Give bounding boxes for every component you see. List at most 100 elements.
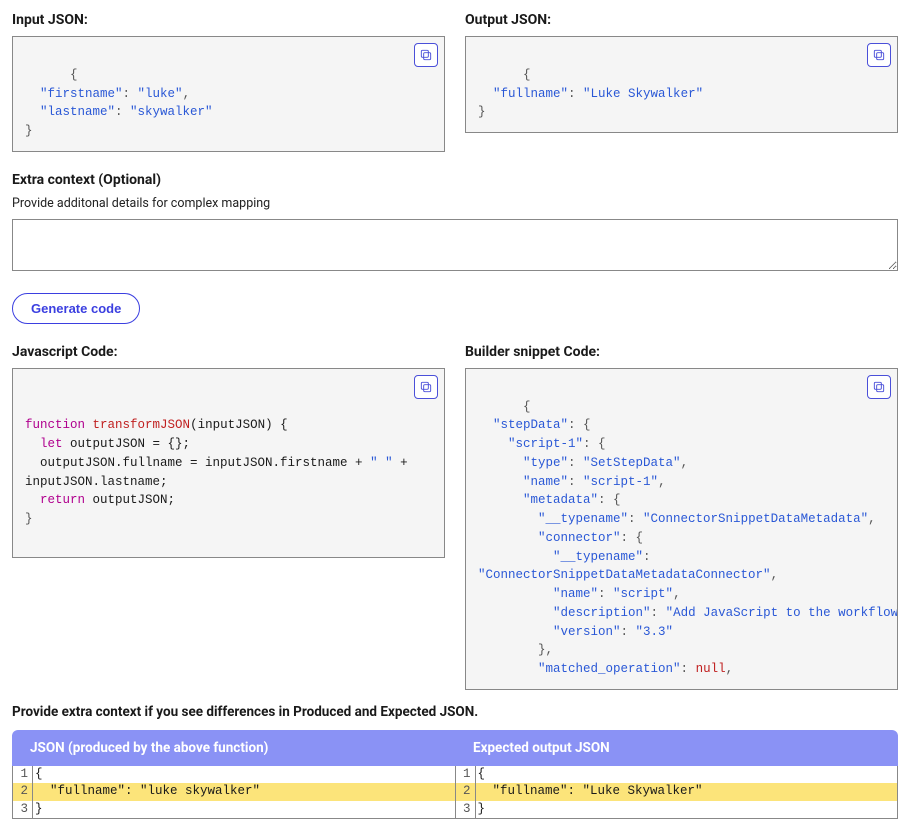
builder-code-box: { "stepData": { "script-1": { "type": "S… bbox=[465, 368, 898, 690]
brace: : { bbox=[621, 531, 644, 545]
json-value: "skywalker" bbox=[130, 105, 213, 119]
brace: { bbox=[70, 68, 78, 82]
js-code-box: function transformJSON(inputJSON) { let … bbox=[12, 368, 445, 558]
json-value: "luke" bbox=[138, 87, 183, 101]
keyword: let bbox=[40, 437, 63, 451]
colon: : bbox=[568, 87, 583, 101]
diff-header-left: JSON (produced by the above function) bbox=[12, 730, 455, 766]
colon: : bbox=[568, 456, 583, 470]
json-value: "Add JavaScript to the workflow" bbox=[666, 606, 898, 620]
json-key: "type" bbox=[523, 456, 568, 470]
line-number: 1 bbox=[456, 766, 476, 784]
line-number: 1 bbox=[13, 766, 33, 784]
copy-icon[interactable] bbox=[867, 375, 891, 399]
json-value: "3.3" bbox=[636, 625, 674, 639]
output-json-label: Output JSON: bbox=[465, 12, 898, 28]
json-value: "SetStepData" bbox=[583, 456, 681, 470]
colon: : bbox=[621, 625, 636, 639]
diff-note: Provide extra context if you see differe… bbox=[12, 704, 898, 720]
comma: , bbox=[673, 587, 681, 601]
colon: : bbox=[628, 512, 643, 526]
colon: : bbox=[115, 105, 130, 119]
line-number: 2 bbox=[456, 783, 476, 801]
line-number: 3 bbox=[456, 801, 476, 819]
json-value: "ConnectorSnippetDataMetadataConnector" bbox=[478, 568, 771, 582]
keyword: return bbox=[40, 493, 85, 507]
json-key: "version" bbox=[553, 625, 621, 639]
json-key: "description" bbox=[553, 606, 651, 620]
output-json-box: { "fullname": "Luke Skywalker" } bbox=[465, 36, 898, 133]
input-json-label: Input JSON: bbox=[12, 12, 445, 28]
json-key: "matched_operation" bbox=[538, 662, 681, 676]
function-name: transformJSON bbox=[93, 418, 191, 432]
diff-header-right: Expected output JSON bbox=[455, 730, 898, 766]
code-text: inputJSON.lastname; bbox=[25, 475, 168, 489]
input-json-box: { "firstname": "luke", "lastname": "skyw… bbox=[12, 36, 445, 152]
colon: : bbox=[643, 550, 658, 564]
line-number: 2 bbox=[13, 783, 33, 801]
json-key: "__typename" bbox=[538, 512, 628, 526]
comma: , bbox=[183, 87, 191, 101]
brace: { bbox=[523, 68, 531, 82]
brace: : { bbox=[598, 493, 621, 507]
comma: , bbox=[771, 568, 779, 582]
json-key: "script-1" bbox=[508, 437, 583, 451]
extra-context-label: Extra context (Optional) bbox=[12, 172, 898, 188]
json-key: "fullname" bbox=[493, 87, 568, 101]
json-key: "connector" bbox=[538, 531, 621, 545]
generate-code-button[interactable]: Generate code bbox=[12, 293, 140, 324]
comma: , bbox=[658, 475, 666, 489]
json-key: "name" bbox=[523, 475, 568, 489]
json-value: "Luke Skywalker" bbox=[583, 87, 703, 101]
brace: } bbox=[478, 105, 486, 119]
json-key: "name" bbox=[553, 587, 598, 601]
copy-icon[interactable] bbox=[867, 43, 891, 67]
json-key: "metadata" bbox=[523, 493, 598, 507]
colon: : bbox=[598, 587, 613, 601]
code-text: outputJSON; bbox=[85, 493, 175, 507]
diff-produced-col: 1{ 2 "fullname": "luke skywalker" 3} bbox=[13, 766, 456, 819]
brace: } bbox=[25, 124, 33, 138]
diff-header: JSON (produced by the above function) Ex… bbox=[12, 730, 898, 766]
extra-context-subtext: Provide additonal details for complex ma… bbox=[12, 196, 898, 211]
brace: } bbox=[25, 512, 33, 526]
code-text: + bbox=[393, 456, 416, 470]
json-value: "ConnectorSnippetDataMetadata" bbox=[643, 512, 868, 526]
colon: : bbox=[123, 87, 138, 101]
string: " " bbox=[370, 456, 393, 470]
comma: , bbox=[868, 512, 876, 526]
diff-text: } bbox=[33, 801, 455, 819]
brace: : { bbox=[568, 418, 591, 432]
keyword: function bbox=[25, 418, 85, 432]
builder-code-label: Builder snippet Code: bbox=[465, 344, 898, 360]
extra-context-input[interactable] bbox=[12, 219, 898, 271]
brace: }, bbox=[538, 643, 553, 657]
diff-body: 1{ 2 "fullname": "luke skywalker" 3} 1{ … bbox=[12, 766, 898, 820]
json-key: "firstname" bbox=[40, 87, 123, 101]
comma: , bbox=[681, 456, 689, 470]
line-number: 3 bbox=[13, 801, 33, 819]
comma: , bbox=[726, 662, 734, 676]
diff-text: "fullname": "Luke Skywalker" bbox=[476, 783, 898, 801]
brace: { bbox=[523, 400, 531, 414]
diff-text: "fullname": "luke skywalker" bbox=[33, 783, 455, 801]
diff-expected-col: 1{ 2 "fullname": "Luke Skywalker" 3} bbox=[456, 766, 898, 819]
code-text: outputJSON = {}; bbox=[63, 437, 191, 451]
copy-icon[interactable] bbox=[414, 375, 438, 399]
json-value: "script" bbox=[613, 587, 673, 601]
json-value: "script-1" bbox=[583, 475, 658, 489]
diff-text: { bbox=[476, 766, 898, 784]
copy-icon[interactable] bbox=[414, 43, 438, 67]
code-text: (inputJSON) { bbox=[190, 418, 288, 432]
json-key: "stepData" bbox=[493, 418, 568, 432]
js-code-label: Javascript Code: bbox=[12, 344, 445, 360]
json-null: null bbox=[696, 662, 726, 676]
code-text: outputJSON.fullname = inputJSON.firstnam… bbox=[25, 456, 370, 470]
colon: : bbox=[681, 662, 696, 676]
diff-text: { bbox=[33, 766, 455, 784]
colon: : bbox=[651, 606, 666, 620]
brace: : { bbox=[583, 437, 606, 451]
json-key: "lastname" bbox=[40, 105, 115, 119]
json-key: "__typename" bbox=[553, 550, 643, 564]
diff-text: } bbox=[476, 801, 898, 819]
